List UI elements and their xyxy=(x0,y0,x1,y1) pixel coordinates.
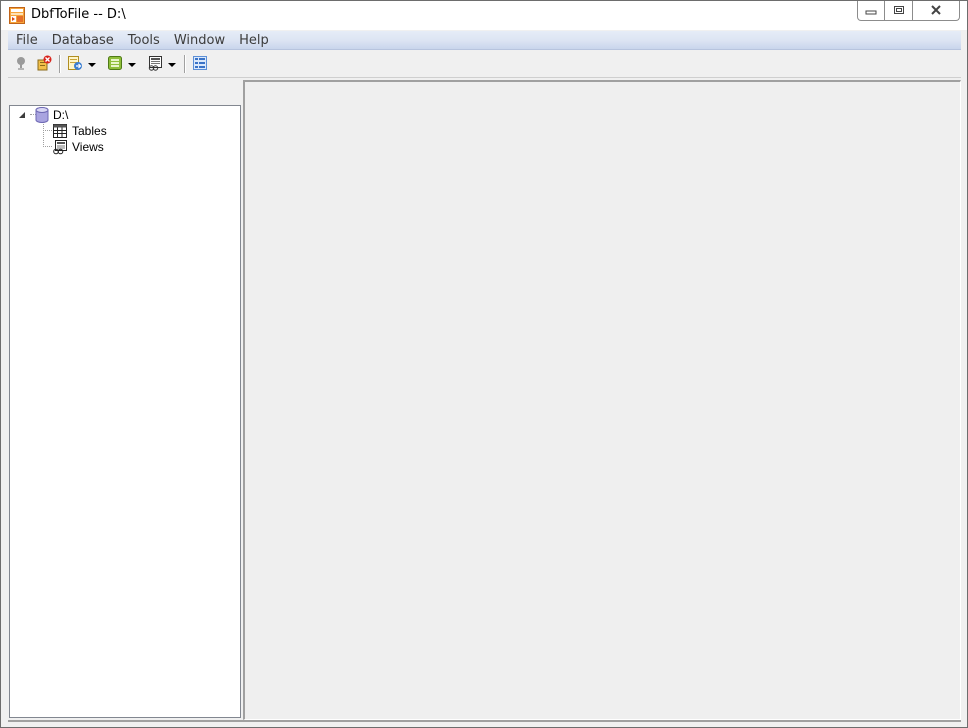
mdi-client-area[interactable] xyxy=(243,80,961,720)
caption-buttons xyxy=(857,1,960,21)
menu-database[interactable]: Database xyxy=(45,31,121,50)
tree-node-root[interactable]: D:\ xyxy=(19,107,68,123)
dbf-app-icon xyxy=(9,7,25,24)
app-window: DbfToFile -- D:\ File Database Tools Win… xyxy=(0,0,968,728)
close-icon xyxy=(930,4,942,18)
tree-connector xyxy=(43,122,44,147)
menu-window[interactable]: Window xyxy=(167,31,232,50)
chevron-down-icon xyxy=(128,57,136,71)
disconnect-icon xyxy=(36,55,52,74)
tree-panel-header xyxy=(8,80,242,104)
menu-tools[interactable]: Tools xyxy=(121,31,167,50)
tree-node-tables[interactable]: Tables xyxy=(52,123,107,139)
tables-icon xyxy=(52,123,68,139)
minimize-button[interactable] xyxy=(857,1,885,21)
view-export-button[interactable] xyxy=(144,53,166,75)
export-dropdown[interactable] xyxy=(86,53,98,75)
tree-connector xyxy=(43,146,52,147)
table-export-icon xyxy=(107,55,123,74)
list-view-button[interactable] xyxy=(189,53,211,75)
export-button[interactable] xyxy=(64,53,86,75)
toolbar-separator xyxy=(184,55,185,73)
connect-icon xyxy=(14,55,30,74)
window-bottom-border xyxy=(8,720,961,722)
chevron-down-icon xyxy=(168,57,176,71)
view-export-dropdown[interactable] xyxy=(166,53,178,75)
tree-node-label: Tables xyxy=(72,124,107,138)
tree-connector xyxy=(43,130,52,131)
connect-button[interactable] xyxy=(11,53,33,75)
close-button[interactable] xyxy=(913,1,960,21)
view-export-icon xyxy=(147,55,163,74)
minimize-icon xyxy=(865,4,877,18)
title-bar[interactable]: DbfToFile -- D:\ xyxy=(1,1,967,30)
table-export-dropdown[interactable] xyxy=(126,53,138,75)
restore-icon xyxy=(893,4,905,18)
database-tree[interactable]: D:\ Tables Views xyxy=(9,105,241,718)
list-view-icon xyxy=(192,55,208,74)
tree-node-views[interactable]: Views xyxy=(52,139,104,155)
tree-node-label: D:\ xyxy=(53,108,69,122)
tree-node-label: Views xyxy=(72,140,104,154)
views-icon xyxy=(52,139,68,155)
window-title: DbfToFile -- D:\ xyxy=(31,7,126,22)
table-export-button[interactable] xyxy=(104,53,126,75)
menu-help[interactable]: Help xyxy=(232,31,276,50)
export-icon xyxy=(67,55,83,74)
expand-triangle-icon[interactable] xyxy=(19,111,29,119)
toolbar-separator xyxy=(59,55,60,73)
database-icon xyxy=(35,107,49,123)
toolbar xyxy=(8,51,961,78)
menu-bar: File Database Tools Window Help xyxy=(8,31,961,50)
menu-file[interactable]: File xyxy=(9,31,45,50)
disconnect-button[interactable] xyxy=(33,53,55,75)
chevron-down-icon xyxy=(88,57,96,71)
restore-button[interactable] xyxy=(885,1,913,21)
